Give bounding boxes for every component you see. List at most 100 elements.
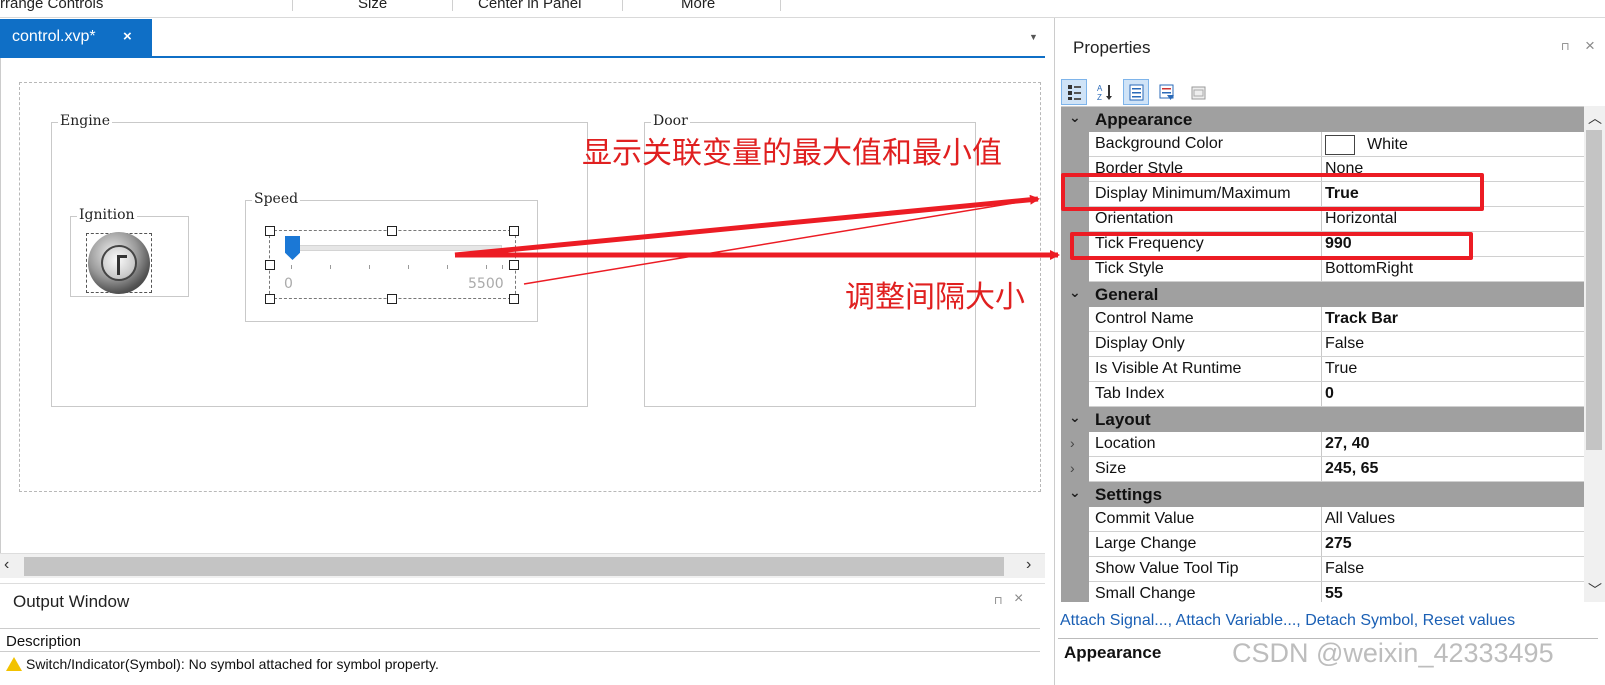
- chevron-down-icon[interactable]: ⌄: [1069, 409, 1081, 426]
- groupbox-title-speed: Speed: [252, 191, 301, 207]
- property-name: Orientation: [1095, 210, 1174, 227]
- property-row[interactable]: Commit Value All Values: [1061, 507, 1591, 532]
- property-row[interactable]: Large Change 275: [1061, 532, 1591, 557]
- chevron-down-icon[interactable]: ⌄: [1069, 284, 1081, 301]
- chevron-right-icon[interactable]: ›: [1070, 435, 1075, 451]
- chevron-up-icon[interactable]: ︿: [1588, 108, 1602, 128]
- property-row[interactable]: Show Value Tool Tip False: [1061, 557, 1591, 582]
- property-row[interactable]: › Location 27, 40: [1061, 432, 1591, 457]
- groupbox-engine[interactable]: Engine Ignition Speed 0 5500: [51, 113, 588, 407]
- events-icon[interactable]: [1153, 79, 1179, 105]
- trackbar-thumb[interactable]: [285, 236, 300, 260]
- chevron-down-icon[interactable]: ⌄: [1069, 484, 1081, 501]
- property-value[interactable]: All Values: [1325, 510, 1395, 528]
- category-layout[interactable]: ⌄ Layout: [1061, 407, 1591, 432]
- ribbon-separator: [452, 0, 453, 11]
- property-name: Large Change: [1095, 535, 1197, 552]
- property-name: Show Value Tool Tip: [1095, 560, 1239, 577]
- property-value[interactable]: 27, 40: [1325, 435, 1369, 453]
- chevron-down-icon[interactable]: ⌄: [1069, 109, 1081, 126]
- property-row[interactable]: Small Change 55: [1061, 582, 1591, 602]
- category-title: General: [1095, 285, 1159, 304]
- groupbox-speed[interactable]: Speed 0 5500: [245, 191, 538, 322]
- resize-handle[interactable]: [509, 294, 519, 304]
- row-gutter: ›: [1061, 432, 1089, 457]
- property-row[interactable]: Background Color White: [1061, 132, 1591, 157]
- category-settings[interactable]: ⌄ Settings: [1061, 482, 1591, 507]
- property-row[interactable]: Tick Style BottomRight: [1061, 257, 1591, 282]
- scrollbar-thumb[interactable]: [1586, 130, 1602, 450]
- property-row[interactable]: Display Only False: [1061, 332, 1591, 357]
- property-name: Small Change: [1095, 585, 1196, 602]
- row-gutter: ›: [1061, 457, 1089, 482]
- property-value[interactable]: 0: [1325, 385, 1334, 403]
- color-swatch[interactable]: [1325, 135, 1355, 155]
- property-value[interactable]: Track Bar: [1325, 310, 1398, 328]
- property-row[interactable]: Tab Index 0: [1061, 382, 1591, 407]
- property-row[interactable]: › Size 245, 65: [1061, 457, 1591, 482]
- property-value[interactable]: 55: [1325, 585, 1343, 602]
- attach-signal-link[interactable]: Attach Signal...: [1060, 612, 1168, 629]
- resize-handle[interactable]: [509, 260, 519, 270]
- attach-variable-link[interactable]: Attach Variable...: [1176, 612, 1297, 629]
- property-value[interactable]: True: [1325, 360, 1357, 378]
- alphabetical-icon[interactable]: AZ: [1091, 79, 1117, 105]
- property-name: Control Name: [1095, 310, 1194, 327]
- chevron-right-icon[interactable]: ›: [1026, 556, 1031, 574]
- vertical-scrollbar[interactable]: ︿ ﹀: [1584, 106, 1605, 602]
- categorized-icon[interactable]: [1061, 79, 1087, 105]
- property-value[interactable]: 245, 65: [1325, 460, 1378, 478]
- properties-title: Properties: [1073, 38, 1151, 57]
- output-column-header[interactable]: Description: [0, 628, 1040, 652]
- document-tab-bar: control.xvp* × ▼: [0, 18, 1045, 58]
- pin-icon[interactable]: ⊓: [994, 594, 1003, 607]
- resize-handle[interactable]: [265, 294, 275, 304]
- horizontal-scrollbar[interactable]: ‹ ›: [0, 553, 1045, 578]
- watermark: CSDN @weixin_42333495: [1232, 638, 1554, 668]
- ribbon-item-more[interactable]: More: [681, 0, 715, 12]
- detach-symbol-link[interactable]: Detach Symbol: [1305, 612, 1414, 629]
- property-value[interactable]: False: [1325, 335, 1364, 353]
- close-icon[interactable]: ×: [1014, 590, 1023, 608]
- property-row[interactable]: Control Name Track Bar: [1061, 307, 1591, 332]
- groupbox-ignition[interactable]: Ignition: [70, 207, 189, 297]
- row-gutter: [1061, 332, 1089, 357]
- scrollbar-thumb[interactable]: [24, 557, 1004, 576]
- category-appearance[interactable]: ⌄ Appearance: [1061, 107, 1591, 132]
- output-row[interactable]: Switch/Indicator(Symbol): No symbol atta…: [6, 656, 439, 672]
- ribbon-item-size[interactable]: Size: [358, 0, 387, 12]
- ribbon-separator: [292, 0, 293, 11]
- category-title: Settings: [1095, 485, 1163, 504]
- document-tab[interactable]: control.xvp* ×: [0, 19, 152, 56]
- chevron-left-icon[interactable]: ‹: [4, 556, 9, 574]
- chevron-right-icon[interactable]: ›: [1070, 460, 1075, 476]
- pin-icon[interactable]: ⊓: [1561, 40, 1570, 53]
- properties-page-icon[interactable]: [1123, 79, 1149, 105]
- property-value[interactable]: White: [1325, 135, 1408, 155]
- resize-handle[interactable]: [509, 226, 519, 236]
- ribbon-item-center-in-panel[interactable]: Center in Panel: [478, 0, 581, 12]
- annotation-box-minmax: [1061, 173, 1484, 211]
- chevron-down-icon[interactable]: ▼: [1029, 32, 1038, 42]
- resize-handle[interactable]: [387, 294, 397, 304]
- resize-handle[interactable]: [387, 226, 397, 236]
- chevron-down-icon[interactable]: ﹀: [1588, 580, 1602, 600]
- resize-handle[interactable]: [265, 226, 275, 236]
- close-icon[interactable]: ×: [1585, 36, 1595, 56]
- property-value[interactable]: BottomRight: [1325, 260, 1413, 278]
- reset-values-link[interactable]: Reset values: [1423, 612, 1516, 629]
- speed-trackbar[interactable]: 0 5500: [265, 226, 519, 304]
- property-row[interactable]: Is Visible At Runtime True: [1061, 357, 1591, 382]
- property-value-text: White: [1367, 136, 1408, 154]
- category-general[interactable]: ⌄ General: [1061, 282, 1591, 307]
- property-value[interactable]: False: [1325, 560, 1364, 578]
- property-value[interactable]: 275: [1325, 535, 1352, 553]
- tick-mark: [447, 265, 448, 269]
- resize-handle[interactable]: [265, 260, 275, 270]
- properties-panel: Properties ⊓ × AZ ⌄ Appearance Background …: [1054, 18, 1605, 685]
- close-icon[interactable]: ×: [123, 28, 132, 45]
- ignition-switch[interactable]: [86, 232, 152, 294]
- property-pages-icon[interactable]: [1185, 79, 1211, 105]
- property-value[interactable]: Horizontal: [1325, 210, 1397, 228]
- ribbon-item-arrange-controls[interactable]: rrange Controls: [0, 0, 103, 12]
